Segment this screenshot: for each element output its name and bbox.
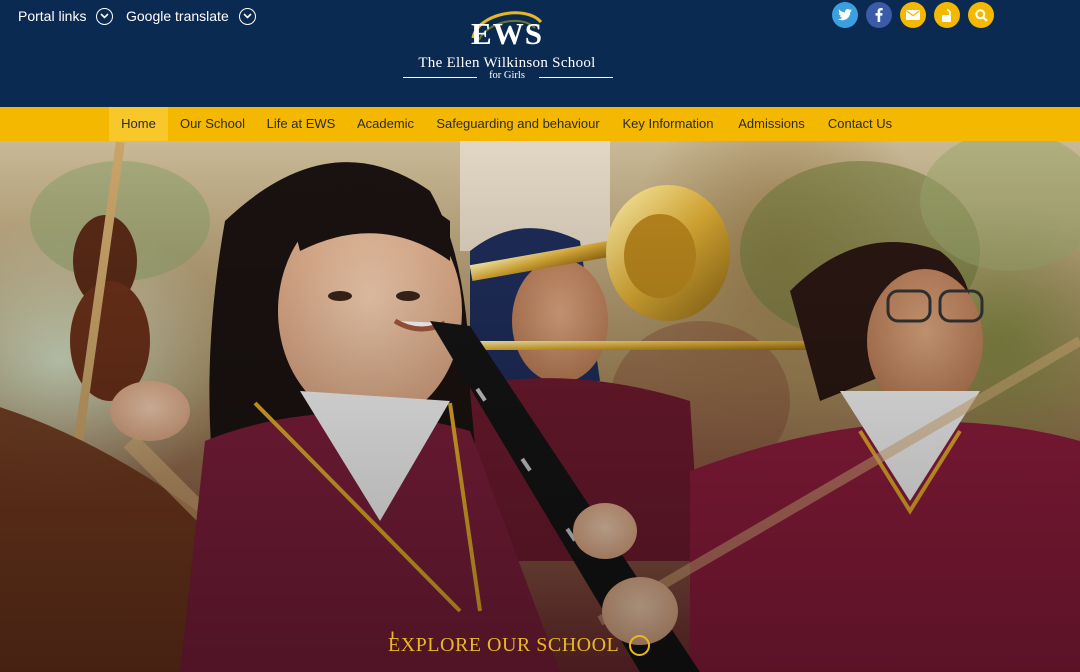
email-icon bbox=[906, 10, 920, 20]
nav-item-our-school[interactable]: Our School bbox=[175, 107, 250, 141]
portal-links-label: Portal links bbox=[18, 8, 87, 24]
email-button[interactable] bbox=[900, 2, 926, 28]
hero-banner: EXPLORE OUR SCHOOL bbox=[0, 141, 1080, 672]
explore-our-school-link[interactable]: EXPLORE OUR SCHOOL bbox=[388, 631, 651, 659]
twitter-icon bbox=[838, 9, 852, 21]
chevron-down-icon bbox=[238, 7, 256, 25]
google-translate-label: Google translate bbox=[126, 8, 229, 24]
search-button[interactable] bbox=[968, 2, 994, 28]
logo-mark: EWS bbox=[471, 16, 543, 51]
nav-item-life-at-ews[interactable]: Life at EWS bbox=[263, 107, 339, 141]
nav-item-contact-us[interactable]: Contact Us bbox=[823, 107, 897, 141]
logo-rule-right bbox=[539, 77, 613, 78]
facebook-icon bbox=[875, 8, 883, 22]
explore-label: EXPLORE OUR SCHOOL bbox=[388, 633, 620, 656]
logo-school-subtitle: for Girls bbox=[489, 70, 525, 81]
lock-icon bbox=[942, 8, 951, 22]
school-logo[interactable]: EWS The Ellen Wilkinson School for Girls bbox=[395, 8, 619, 84]
hero-photo bbox=[0, 141, 1080, 672]
google-translate-dropdown[interactable]: Google translate bbox=[126, 5, 256, 27]
chevron-down-circle-icon bbox=[391, 631, 651, 656]
chevron-down-icon bbox=[96, 7, 114, 25]
nav-item-home[interactable]: Home bbox=[109, 107, 168, 141]
login-button[interactable] bbox=[934, 2, 960, 28]
nav-item-academic[interactable]: Academic bbox=[352, 107, 419, 141]
main-navigation: Home Our School Life at EWS Academic Saf… bbox=[0, 107, 1080, 141]
nav-item-key-information[interactable]: Key Information bbox=[617, 107, 719, 141]
portal-links-dropdown[interactable]: Portal links bbox=[18, 5, 114, 27]
search-icon bbox=[974, 8, 988, 22]
nav-item-safeguarding[interactable]: Safeguarding and behaviour bbox=[432, 107, 604, 141]
twitter-button[interactable] bbox=[832, 2, 858, 28]
nav-item-admissions[interactable]: Admissions bbox=[733, 107, 810, 141]
site-header: Portal links Google translate EWS The El… bbox=[0, 0, 1080, 107]
facebook-button[interactable] bbox=[866, 2, 892, 28]
